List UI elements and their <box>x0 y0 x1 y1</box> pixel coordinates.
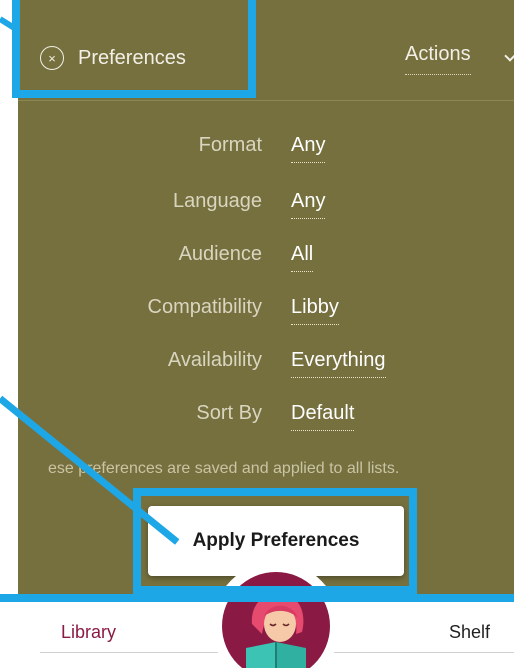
preference-label: Compatibility <box>147 296 262 318</box>
sort-by-select[interactable]: Default <box>291 402 355 431</box>
preference-label: Availability <box>167 349 262 371</box>
preferences-title: Preferences <box>78 46 186 69</box>
language-select[interactable]: Any <box>291 190 326 219</box>
preference-row-audience: Audience All <box>0 243 514 283</box>
preference-label: Sort By <box>196 402 262 424</box>
preference-label: Format <box>198 134 262 156</box>
header-divider <box>18 100 514 101</box>
close-icon[interactable]: × <box>40 46 64 70</box>
audience-select[interactable]: All <box>291 243 314 272</box>
preference-label: Audience <box>178 243 262 265</box>
preference-row-format: Format Any <box>0 134 514 174</box>
nav-shelf-tab[interactable]: Shelf <box>449 622 490 643</box>
preferences-note: ese preferences are saved and applied to… <box>48 460 400 477</box>
preference-row-availability: Availability Everything <box>0 349 514 389</box>
preference-row-language: Language Any <box>0 190 514 230</box>
availability-select[interactable]: Everything <box>291 349 386 378</box>
nav-library-tab[interactable]: Library <box>61 622 116 643</box>
preference-row-sort-by: Sort By Default <box>0 402 514 442</box>
format-select[interactable]: Any <box>291 134 326 163</box>
preference-row-compatibility: Compatibility Libby <box>0 296 514 336</box>
preferences-close-button[interactable]: × Preferences <box>40 43 186 73</box>
preference-label: Language <box>173 190 262 212</box>
compatibility-select[interactable]: Libby <box>291 296 339 325</box>
actions-menu[interactable]: Actions <box>405 43 471 75</box>
